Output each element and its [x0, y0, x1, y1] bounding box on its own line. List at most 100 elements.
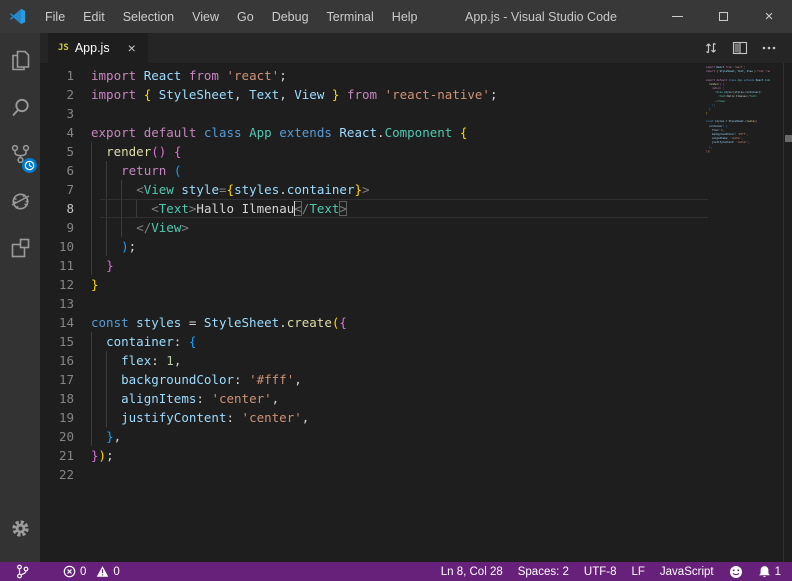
minimize-button[interactable] [654, 0, 700, 33]
code-line-11[interactable]: 11 } [40, 256, 708, 275]
menu-edit[interactable]: Edit [74, 0, 114, 33]
status-javascript[interactable]: JavaScript [660, 566, 714, 578]
tab-appjs[interactable]: JS App.js × [48, 33, 148, 63]
sync-icon [703, 40, 719, 56]
line-number: 6 [40, 161, 91, 180]
menu-file[interactable]: File [36, 0, 74, 33]
activity-manage-button[interactable] [0, 505, 40, 552]
overview-ruler[interactable] [783, 63, 792, 562]
code-line-2[interactable]: 2import { StyleSheet, Text, View } from … [40, 85, 708, 104]
split-editor-button[interactable] [730, 38, 750, 58]
code-line-13[interactable]: 13 [40, 294, 708, 313]
code-line-3[interactable]: 3 [40, 104, 708, 123]
code-line-16[interactable]: 16 flex: 1, [40, 351, 708, 370]
git-branch-icon [16, 564, 29, 579]
status-label: LF [631, 566, 644, 578]
code-line-14[interactable]: 14const styles = StyleSheet.create({ [40, 313, 708, 332]
status-git-branch[interactable] [16, 564, 29, 579]
status-bar: 00 Ln 8, Col 28 Spaces: 2 UTF-8 LF JavaScrip… [0, 562, 792, 581]
line-number: 18 [40, 389, 91, 408]
menu-go[interactable]: Go [228, 0, 263, 33]
line-number: 10 [40, 237, 91, 256]
extensions-icon [8, 236, 33, 261]
more-actions-icon [761, 40, 777, 56]
line-number: 12 [40, 275, 91, 294]
status-smiley[interactable] [729, 565, 743, 579]
code-line-22[interactable]: 22 [40, 465, 708, 484]
explorer-icon [8, 48, 33, 73]
status-ln-8-col-28[interactable]: Ln 8, Col 28 [441, 566, 503, 578]
code-line-20[interactable]: 20 }, [40, 427, 708, 446]
minimap-line [706, 154, 770, 158]
maximize-icon [719, 12, 728, 21]
bell-icon [758, 565, 771, 579]
code-line-1[interactable]: 1import React from 'react'; [40, 66, 708, 85]
code-line-12[interactable]: 12} [40, 275, 708, 294]
window-controls: × [654, 0, 792, 33]
split-editor-icon [732, 40, 748, 56]
status-bell[interactable]: 1 [758, 565, 781, 579]
maximize-button[interactable] [700, 0, 746, 33]
menu-debug[interactable]: Debug [263, 0, 318, 33]
line-number: 11 [40, 256, 91, 275]
status-bar-left: 00 [0, 564, 120, 579]
status-utf-8[interactable]: UTF-8 [584, 566, 617, 578]
title-bar: FileEditSelectionViewGoDebugTerminalHelp… [0, 0, 792, 33]
code-line-6[interactable]: 6 return ( [40, 161, 708, 180]
code-line-17[interactable]: 17 backgroundColor: '#fff', [40, 370, 708, 389]
code-editor[interactable]: 1import React from 'react';2import { Sty… [40, 63, 792, 562]
line-number: 3 [40, 104, 91, 123]
line-number: 1 [40, 66, 91, 85]
window-title: App.js - Visual Studio Code [465, 0, 617, 33]
menu-help[interactable]: Help [383, 0, 427, 33]
line-number: 17 [40, 370, 91, 389]
activity-search-button[interactable] [0, 84, 40, 131]
menu-terminal[interactable]: Terminal [318, 0, 383, 33]
status-lf[interactable]: LF [631, 566, 644, 578]
editor-actions [701, 38, 792, 58]
debug-icon [8, 189, 33, 214]
manage-icon [9, 517, 32, 540]
code-line-18[interactable]: 18 alignItems: 'center', [40, 389, 708, 408]
tab-close-icon[interactable]: × [128, 41, 136, 55]
more-actions-button[interactable] [759, 38, 779, 58]
status-spaces-2[interactable]: Spaces: 2 [518, 566, 569, 578]
code-line-5[interactable]: 5 render() { [40, 142, 708, 161]
close-button[interactable]: × [746, 0, 792, 33]
minimap[interactable]: import React from 'react';import { Style… [706, 66, 770, 176]
status-bar-right: Ln 8, Col 28 Spaces: 2 UTF-8 LF JavaScript 1 [441, 565, 792, 579]
code-line-7[interactable]: 7 <View style={styles.container}> [40, 180, 708, 199]
editor-group: JS App.js × 1import React from 'react';2… [40, 33, 792, 562]
code-line-19[interactable]: 19 justifyContent: 'center', [40, 408, 708, 427]
code-line-4[interactable]: 4export default class App extends React.… [40, 123, 708, 142]
line-number: 21 [40, 446, 91, 465]
status-error[interactable]: 0 [63, 565, 86, 578]
line-number: 16 [40, 351, 91, 370]
code-lines[interactable]: 1import React from 'react';2import { Sty… [40, 63, 708, 562]
code-line-9[interactable]: 9 </View> [40, 218, 708, 237]
line-number: 20 [40, 427, 91, 446]
code-line-8[interactable]: 8 <Text>Hallo Ilmenau</Text> [40, 199, 708, 218]
menu-bar: FileEditSelectionViewGoDebugTerminalHelp [36, 0, 427, 33]
menu-selection[interactable]: Selection [114, 0, 183, 33]
activity-debug-button[interactable] [0, 178, 40, 225]
activity-extensions-button[interactable] [0, 225, 40, 272]
line-number: 13 [40, 294, 91, 313]
activity-explorer-button[interactable] [0, 37, 40, 84]
line-number: 8 [40, 199, 91, 218]
tab-bar: JS App.js × [40, 33, 792, 63]
line-number: 19 [40, 408, 91, 427]
code-line-21[interactable]: 21}); [40, 446, 708, 465]
status-label: Spaces: 2 [518, 566, 569, 578]
sync-button[interactable] [701, 38, 721, 58]
status-label: 1 [775, 566, 781, 578]
status-label: Ln 8, Col 28 [441, 566, 503, 578]
status-warning[interactable]: 0 [96, 565, 119, 578]
status-label: UTF-8 [584, 566, 617, 578]
line-number: 2 [40, 85, 91, 104]
activity-source-control-button[interactable] [0, 131, 40, 178]
code-line-10[interactable]: 10 ); [40, 237, 708, 256]
code-line-15[interactable]: 15 container: { [40, 332, 708, 351]
menu-view[interactable]: View [183, 0, 228, 33]
close-icon: × [765, 8, 774, 25]
